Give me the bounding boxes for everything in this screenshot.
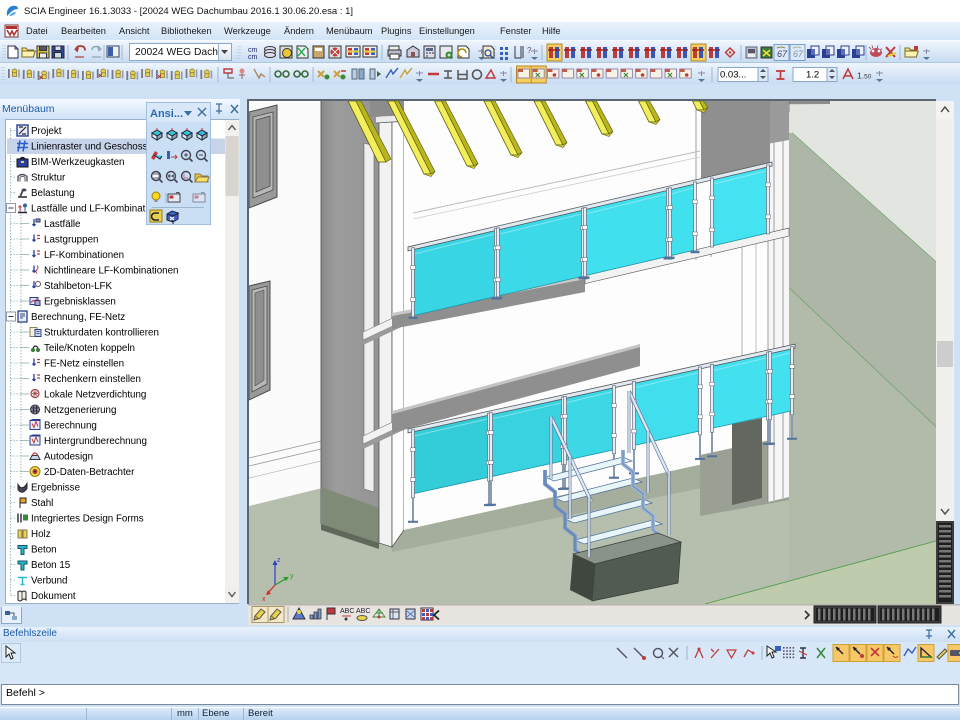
svg-text:Belastung: Belastung [31,188,75,199]
svg-text:Linienraster und Geschosse: Linienraster und Geschosse [31,142,154,153]
svg-text:Rechenkern einstellen: Rechenkern einstellen [44,374,141,385]
svg-text:Autodesign: Autodesign [44,452,93,463]
svg-text:Nichtlineare LF-Kombinationen: Nichtlineare LF-Kombinationen [44,266,179,277]
svg-text:LF-Kombinationen: LF-Kombinationen [44,250,124,261]
svg-text:Ansi...: Ansi... [150,108,183,120]
svg-text:BIM-Werkzeugkasten: BIM-Werkzeugkasten [31,157,124,168]
svg-text:1.50: 1.50 [857,71,872,81]
svg-text:0.03...: 0.03... [720,70,746,81]
svg-text:Struktur: Struktur [31,173,66,184]
svg-text:Holz: Holz [31,529,51,540]
svg-text:Beton 15: Beton 15 [31,560,71,571]
svg-text:Lastgruppen: Lastgruppen [44,235,98,246]
svg-text:Netzgenerierung: Netzgenerierung [44,405,116,416]
svg-text:Strukturdaten kontrollieren: Strukturdaten kontrollieren [44,328,159,339]
svg-text:cm: cm [248,54,258,61]
svg-text:2D-Daten-Betrachter: 2D-Daten-Betrachter [44,467,135,478]
svg-text:Dokument: Dokument [31,591,76,602]
svg-text:Lokale Netzverdichtung: Lokale Netzverdichtung [44,390,146,401]
svg-text:cm: cm [248,47,258,54]
svg-text:67: 67 [777,49,788,59]
svg-text:z: z [277,557,281,564]
svg-text:Stahl: Stahl [31,498,53,509]
svg-text:67: 67 [793,49,804,59]
svg-text:Stahlbeton-LFK: Stahlbeton-LFK [44,281,113,292]
svg-text:ABC: ABC [340,608,354,615]
svg-text:Lastfälle: Lastfälle [44,219,81,230]
svg-text:Berechnung: Berechnung [44,421,97,432]
svg-text:Berechnung, FE-Netz: Berechnung, FE-Netz [31,312,125,323]
svg-text:Hintergrundberechnung: Hintergrundberechnung [44,436,147,447]
svg-text:Integriertes Design Forms: Integriertes Design Forms [31,514,144,525]
svg-text:ABC: ABC [356,608,370,615]
svg-text:Lastfälle und LF-Kombinat...: Lastfälle und LF-Kombinat... [31,204,154,215]
svg-text:Teile/Knoten koppeln: Teile/Knoten koppeln [44,343,135,354]
svg-text:FE-Netz einstellen: FE-Netz einstellen [44,359,124,370]
svg-text:Ergebnisklassen: Ergebnisklassen [44,297,116,308]
svg-text:Projekt: Projekt [31,126,62,137]
svg-text:1.2: 1.2 [806,70,819,81]
svg-text:Verbund: Verbund [31,576,68,587]
svg-text:x: x [262,596,266,603]
svg-text:Beton: Beton [31,545,57,556]
svg-text:Ergebnisse: Ergebnisse [31,483,81,494]
svg-text:y: y [290,573,294,580]
